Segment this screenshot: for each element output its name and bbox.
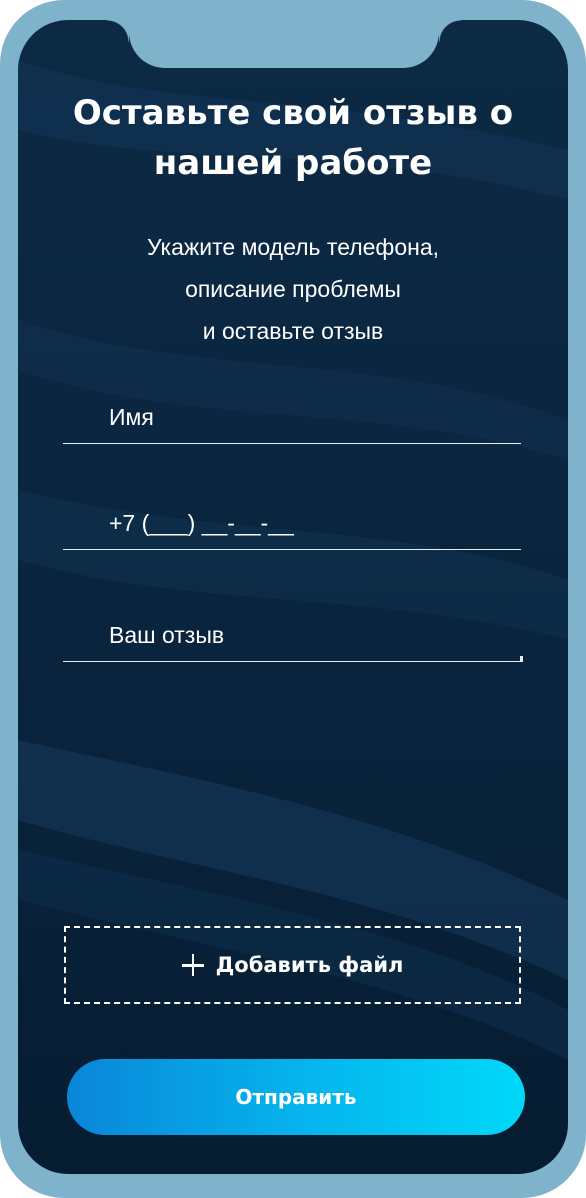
form-title: Оставьте свой отзыв о нашей работе xyxy=(18,88,568,188)
name-input[interactable]: Имя xyxy=(63,390,521,444)
subtitle-line3: и оставьте отзыв xyxy=(202,318,384,344)
submit-label: Отправить xyxy=(235,1085,357,1109)
add-file-button[interactable]: Добавить файл xyxy=(64,926,521,1004)
phone-mask: +7 (___) __-__-__ xyxy=(109,510,294,536)
phone-notch xyxy=(107,20,461,68)
review-textarea[interactable]: Ваш отзыв xyxy=(63,600,523,662)
review-placeholder: Ваш отзыв xyxy=(109,622,225,648)
form-screen: Оставьте свой отзыв о нашей работе Укажи… xyxy=(18,20,568,1174)
subtitle-line2: описание проблемы xyxy=(185,276,401,302)
subtitle-line1: Укажите модель телефона, xyxy=(146,234,440,260)
submit-button[interactable]: Отправить xyxy=(67,1059,525,1135)
plus-icon xyxy=(181,954,204,976)
form-title-line1: Оставьте свой отзыв о xyxy=(72,93,514,133)
name-placeholder: Имя xyxy=(109,404,154,430)
form-subtitle: Укажите модель телефона, описание пробле… xyxy=(113,226,473,352)
add-file-label: Добавить файл xyxy=(215,953,404,977)
phone-input[interactable]: +7 (___) __-__-__ xyxy=(63,494,521,550)
form-title-line2: нашей работе xyxy=(153,143,433,183)
resize-handle[interactable] xyxy=(520,656,523,662)
